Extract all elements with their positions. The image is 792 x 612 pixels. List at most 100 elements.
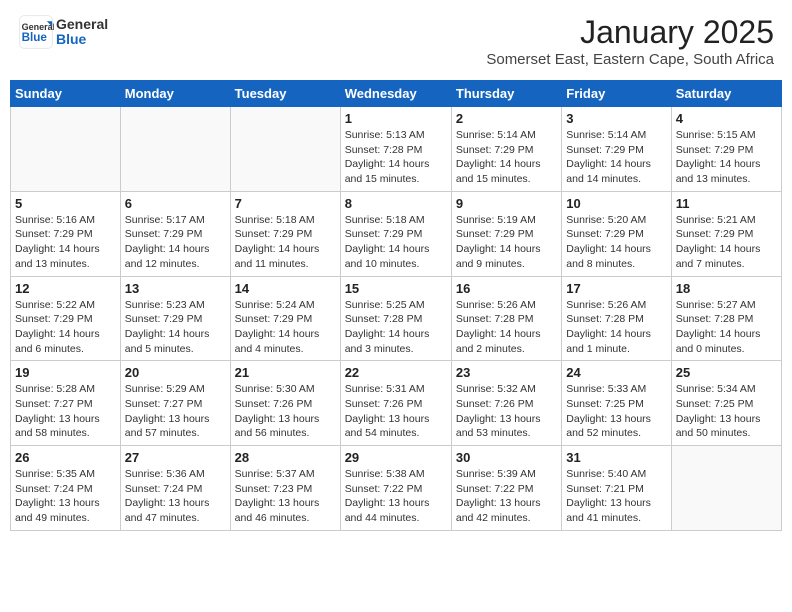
weekday-header-monday: Monday [120, 81, 230, 107]
day-info: Sunrise: 5:38 AM Sunset: 7:22 PM Dayligh… [345, 467, 447, 526]
day-number: 31 [566, 450, 666, 465]
calendar-day-cell: 2 Sunrise: 5:14 AM Sunset: 7:29 PM Daylig… [451, 107, 561, 192]
calendar-day-cell [230, 107, 340, 192]
calendar-day-cell: 24 Sunrise: 5:33 AM Sunset: 7:25 PM Dayli… [562, 361, 671, 446]
day-number: 6 [125, 196, 226, 211]
weekday-header-friday: Friday [562, 81, 671, 107]
calendar-day-cell: 26 Sunrise: 5:35 AM Sunset: 7:24 PM Dayli… [11, 446, 121, 531]
day-info: Sunrise: 5:26 AM Sunset: 7:28 PM Dayligh… [566, 298, 666, 357]
calendar-day-cell: 1 Sunrise: 5:13 AM Sunset: 7:28 PM Daylig… [340, 107, 451, 192]
day-number: 9 [456, 196, 557, 211]
calendar-day-cell: 22 Sunrise: 5:31 AM Sunset: 7:26 PM Dayli… [340, 361, 451, 446]
day-info: Sunrise: 5:28 AM Sunset: 7:27 PM Dayligh… [15, 382, 116, 441]
svg-text:Blue: Blue [22, 31, 48, 44]
month-title: January 2025 [486, 14, 774, 51]
calendar-day-cell: 3Sunrise: 5:14 AM Sunset: 7:29 PM Daylig… [562, 107, 671, 192]
day-number: 30 [456, 450, 557, 465]
calendar-day-cell: 9 Sunrise: 5:19 AM Sunset: 7:29 PM Daylig… [451, 191, 561, 276]
calendar-day-cell: 19 Sunrise: 5:28 AM Sunset: 7:27 PM Dayli… [11, 361, 121, 446]
day-number: 14 [235, 281, 336, 296]
day-number: 22 [345, 365, 447, 380]
calendar-day-cell: 16Sunrise: 5:26 AM Sunset: 7:28 PM Dayli… [451, 276, 561, 361]
day-info: Sunrise: 5:14 AM Sunset: 7:29 PM Dayligh… [566, 128, 666, 187]
title-block: January 2025 Somerset East, Eastern Cape… [486, 14, 774, 68]
calendar-day-cell: 25 Sunrise: 5:34 AM Sunset: 7:25 PM Dayli… [671, 361, 781, 446]
day-number: 20 [125, 365, 226, 380]
day-info: Sunrise: 5:31 AM Sunset: 7:26 PM Dayligh… [345, 382, 447, 441]
day-number: 25 [676, 365, 777, 380]
weekday-header-tuesday: Tuesday [230, 81, 340, 107]
calendar-week-3: 12 Sunrise: 5:22 AM Sunset: 7:29 PM Dayli… [11, 276, 782, 361]
calendar-day-cell: 13 Sunrise: 5:23 AM Sunset: 7:29 PM Dayli… [120, 276, 230, 361]
calendar-day-cell: 31 Sunrise: 5:40 AM Sunset: 7:21 PM Dayli… [562, 446, 671, 531]
calendar-day-cell: 23 Sunrise: 5:32 AM Sunset: 7:26 PM Dayli… [451, 361, 561, 446]
day-number: 23 [456, 365, 557, 380]
calendar-day-cell: 8 Sunrise: 5:18 AM Sunset: 7:29 PM Daylig… [340, 191, 451, 276]
day-info: Sunrise: 5:37 AM Sunset: 7:23 PM Dayligh… [235, 467, 336, 526]
day-number: 13 [125, 281, 226, 296]
day-info: Sunrise: 5:27 AM Sunset: 7:28 PM Dayligh… [676, 298, 777, 357]
day-number: 27 [125, 450, 226, 465]
day-info: Sunrise: 5:34 AM Sunset: 7:25 PM Dayligh… [676, 382, 777, 441]
day-info: Sunrise: 5:23 AM Sunset: 7:29 PM Dayligh… [125, 298, 226, 357]
calendar-day-cell: 12 Sunrise: 5:22 AM Sunset: 7:29 PM Dayli… [11, 276, 121, 361]
calendar-day-cell: 17 Sunrise: 5:26 AM Sunset: 7:28 PM Dayli… [562, 276, 671, 361]
day-info: Sunrise: 5:19 AM Sunset: 7:29 PM Dayligh… [456, 213, 557, 272]
day-number: 11 [676, 196, 777, 211]
calendar-week-2: 5 Sunrise: 5:16 AM Sunset: 7:29 PM Daylig… [11, 191, 782, 276]
day-number: 16 [456, 281, 557, 296]
day-info: Sunrise: 5:22 AM Sunset: 7:29 PM Dayligh… [15, 298, 116, 357]
day-info: Sunrise: 5:40 AM Sunset: 7:21 PM Dayligh… [566, 467, 666, 526]
calendar-week-5: 26 Sunrise: 5:35 AM Sunset: 7:24 PM Dayli… [11, 446, 782, 531]
day-info: Sunrise: 5:18 AM Sunset: 7:29 PM Dayligh… [345, 213, 447, 272]
day-info: Sunrise: 5:29 AM Sunset: 7:27 PM Dayligh… [125, 382, 226, 441]
calendar-day-cell: 15Sunrise: 5:25 AM Sunset: 7:28 PM Dayli… [340, 276, 451, 361]
day-number: 4 [676, 111, 777, 126]
day-number: 26 [15, 450, 116, 465]
day-number: 2 [456, 111, 557, 126]
calendar-day-cell: 18 Sunrise: 5:27 AM Sunset: 7:28 PM Dayli… [671, 276, 781, 361]
day-number: 8 [345, 196, 447, 211]
day-info: Sunrise: 5:15 AM Sunset: 7:29 PM Dayligh… [676, 128, 777, 187]
day-info: Sunrise: 5:33 AM Sunset: 7:25 PM Dayligh… [566, 382, 666, 441]
calendar-day-cell: 29 Sunrise: 5:38 AM Sunset: 7:22 PM Dayli… [340, 446, 451, 531]
day-info: Sunrise: 5:32 AM Sunset: 7:26 PM Dayligh… [456, 382, 557, 441]
calendar-day-cell: 6 Sunrise: 5:17 AM Sunset: 7:29 PM Daylig… [120, 191, 230, 276]
day-number: 19 [15, 365, 116, 380]
day-info: Sunrise: 5:36 AM Sunset: 7:24 PM Dayligh… [125, 467, 226, 526]
weekday-header-thursday: Thursday [451, 81, 561, 107]
day-number: 29 [345, 450, 447, 465]
logo: General Blue General Blue [18, 14, 108, 50]
day-info: Sunrise: 5:39 AM Sunset: 7:22 PM Dayligh… [456, 467, 557, 526]
day-number: 28 [235, 450, 336, 465]
calendar-day-cell: 14Sunrise: 5:24 AM Sunset: 7:29 PM Dayli… [230, 276, 340, 361]
day-number: 21 [235, 365, 336, 380]
day-number: 17 [566, 281, 666, 296]
calendar-day-cell [120, 107, 230, 192]
page-header: General Blue General Blue January 2025 S… [10, 10, 782, 72]
weekday-header-sunday: Sunday [11, 81, 121, 107]
calendar-day-cell: 27 Sunrise: 5:36 AM Sunset: 7:24 PM Dayli… [120, 446, 230, 531]
day-number: 5 [15, 196, 116, 211]
weekday-header-saturday: Saturday [671, 81, 781, 107]
calendar-day-cell: 28 Sunrise: 5:37 AM Sunset: 7:23 PM Dayli… [230, 446, 340, 531]
day-info: Sunrise: 5:16 AM Sunset: 7:29 PM Dayligh… [15, 213, 116, 272]
logo-blue: Blue [56, 32, 108, 47]
day-info: Sunrise: 5:13 AM Sunset: 7:28 PM Dayligh… [345, 128, 447, 187]
day-number: 18 [676, 281, 777, 296]
calendar-day-cell: 30 Sunrise: 5:39 AM Sunset: 7:22 PM Dayli… [451, 446, 561, 531]
day-info: Sunrise: 5:30 AM Sunset: 7:26 PM Dayligh… [235, 382, 336, 441]
day-number: 12 [15, 281, 116, 296]
calendar-day-cell [671, 446, 781, 531]
day-info: Sunrise: 5:35 AM Sunset: 7:24 PM Dayligh… [15, 467, 116, 526]
day-info: Sunrise: 5:25 AM Sunset: 7:28 PM Dayligh… [345, 298, 447, 357]
calendar-week-1: 1 Sunrise: 5:13 AM Sunset: 7:28 PM Daylig… [11, 107, 782, 192]
calendar-day-cell: 21 Sunrise: 5:30 AM Sunset: 7:26 PM Dayli… [230, 361, 340, 446]
logo-icon: General Blue [18, 14, 54, 50]
day-info: Sunrise: 5:17 AM Sunset: 7:29 PM Dayligh… [125, 213, 226, 272]
day-info: Sunrise: 5:21 AM Sunset: 7:29 PM Dayligh… [676, 213, 777, 272]
day-number: 1 [345, 111, 447, 126]
day-number: 24 [566, 365, 666, 380]
day-info: Sunrise: 5:20 AM Sunset: 7:29 PM Dayligh… [566, 213, 666, 272]
day-info: Sunrise: 5:14 AM Sunset: 7:29 PM Dayligh… [456, 128, 557, 187]
